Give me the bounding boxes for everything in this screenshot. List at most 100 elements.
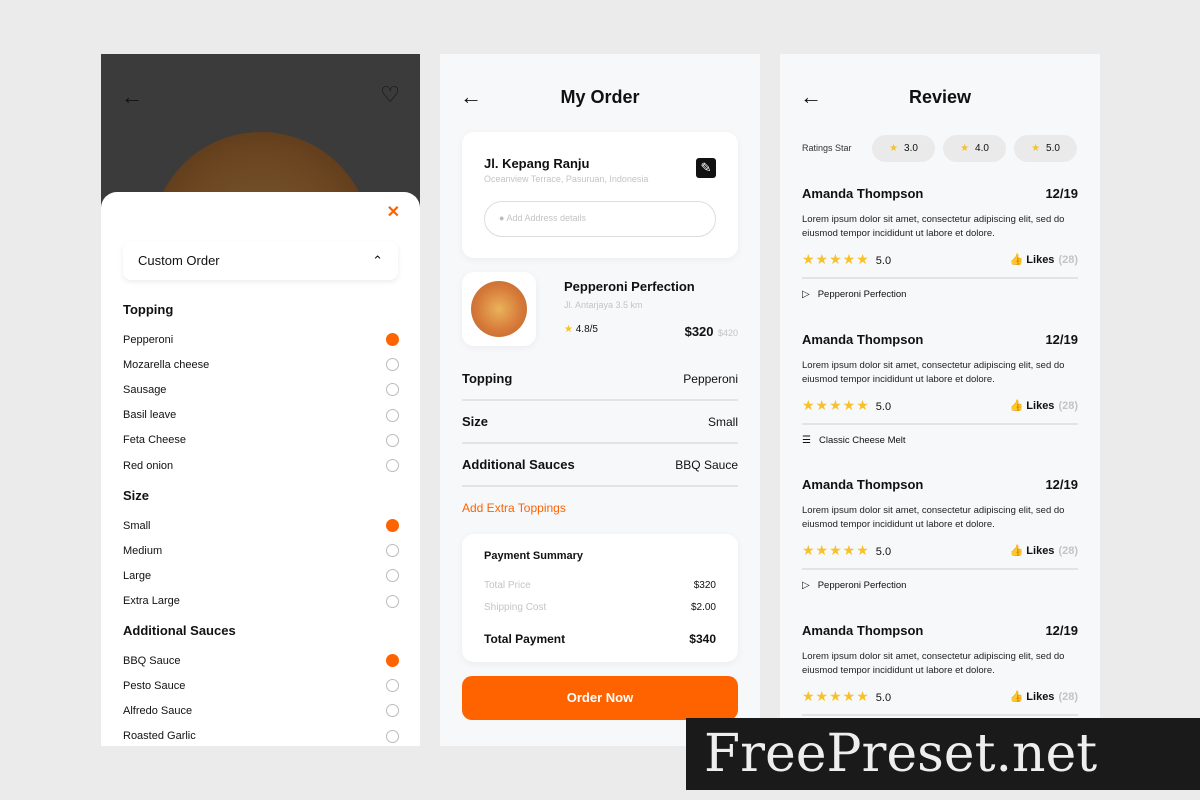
likes-label: Likes	[1026, 690, 1055, 703]
likes-count: (28)	[1058, 399, 1078, 412]
option-row[interactable]: Roasted Garlic	[123, 724, 399, 746]
close-icon[interactable]: ✕	[387, 202, 400, 222]
review-footer: ★★★★★ 5.0 👍 Likes (28)	[802, 688, 1078, 716]
option-row[interactable]: Red onion	[123, 453, 399, 478]
rating-value: 5.0	[875, 546, 892, 558]
rating: ★★★★★ 5.0	[802, 251, 891, 268]
review-text: Lorem ipsum dolor sit amet, consectetur …	[802, 650, 1065, 676]
review-date: 12/19	[1045, 186, 1078, 201]
option-row[interactable]: Mozarella cheese	[123, 352, 399, 377]
row-value: BBQ Sauce	[675, 457, 738, 472]
radio-button[interactable]	[386, 383, 399, 397]
product-name: Pepperoni Perfection	[817, 580, 907, 591]
reviewer-name: Amanda Thompson	[802, 331, 924, 347]
likes-button[interactable]: 👍 Likes (28)	[1010, 253, 1078, 266]
option-label: Feta Cheese	[123, 434, 186, 447]
option-label: Red onion	[123, 459, 174, 472]
add-extra-toppings-link[interactable]: Add Extra Toppings	[462, 501, 566, 515]
order-detail-row: Topping Pepperoni	[462, 358, 738, 401]
review-screen: ← Review Ratings Star ★ 3.0 ★ 4.0 ★ 5.0 Amand…	[780, 54, 1100, 746]
heart-icon[interactable]: ♡	[380, 82, 400, 108]
ratings-filter-label: Ratings Star	[802, 143, 852, 153]
pizza-image	[471, 281, 527, 337]
row-label: Additional Sauces	[462, 457, 575, 472]
watermark: FreePreset.net	[686, 718, 1200, 790]
custom-order-screen: ← ♡ ✕ Custom Order ⌃ Topping Pepperoni Moza…	[101, 54, 420, 746]
option-row[interactable]: Medium	[123, 538, 399, 563]
chip-value: 5.0	[1046, 143, 1060, 154]
option-row[interactable]: BBQ Sauce	[123, 648, 399, 673]
reviewed-product[interactable]: ☰ Classic Cheese Melt	[802, 435, 1078, 446]
likes-count: (28)	[1058, 545, 1078, 557]
rating: ★★★★★ 5.0	[802, 688, 891, 705]
radio-button[interactable]	[386, 569, 399, 583]
summary-title: Payment Summary	[484, 550, 584, 562]
product-name: Pepperoni Perfection	[564, 279, 695, 294]
option-row[interactable]: Small	[123, 513, 399, 538]
review-header: Amanda Thompson 12/19	[802, 623, 1078, 638]
radio-button[interactable]	[386, 679, 399, 693]
radio-button[interactable]	[386, 333, 399, 347]
review-footer: ★★★★★ 5.0 👍 Likes (28)	[802, 397, 1078, 425]
likes-label: Likes	[1026, 254, 1055, 266]
radio-button[interactable]	[386, 459, 399, 473]
option-row[interactable]: Large	[123, 563, 399, 588]
rating-value: 5.0	[875, 400, 892, 413]
option-label: Pesto Sauce	[123, 679, 186, 692]
likes-label: Likes	[1026, 399, 1055, 412]
reviewed-product[interactable]: ▷ Pepperoni Perfection	[802, 289, 1078, 300]
radio-button[interactable]	[386, 594, 399, 608]
page-title: My Order	[560, 87, 640, 107]
likes-button[interactable]: 👍 Likes (28)	[1010, 690, 1078, 703]
rating-filter-chip[interactable]: ★ 5.0	[1014, 135, 1077, 162]
radio-button[interactable]	[386, 358, 399, 372]
option-label: Roasted Garlic	[123, 730, 196, 743]
review-date: 12/19	[1045, 477, 1078, 492]
rating-filter-chip[interactable]: ★ 4.0	[943, 135, 1006, 162]
option-row[interactable]: Feta Cheese	[123, 428, 399, 453]
radio-button[interactable]	[386, 729, 399, 743]
address-details-input[interactable]: ● Add Address details	[484, 201, 716, 237]
radio-button[interactable]	[386, 654, 399, 668]
radio-button[interactable]	[386, 519, 399, 533]
order-now-button[interactable]: Order Now	[462, 676, 738, 720]
thumbs-up-icon: 👍	[1009, 399, 1027, 412]
rating-filter-chip[interactable]: ★ 3.0	[872, 135, 935, 162]
product-rating: 4.8/5	[575, 324, 598, 335]
option-row[interactable]: Basil leave	[123, 403, 399, 428]
custom-order-dropdown[interactable]: Custom Order ⌃	[123, 242, 398, 280]
radio-button[interactable]	[386, 704, 399, 718]
radio-button[interactable]	[386, 433, 399, 447]
rating: ★★★★★ 5.0	[802, 397, 891, 414]
reviewed-product[interactable]: ▷ Pepperoni Perfection	[802, 580, 1078, 591]
option-row[interactable]: Pepperoni	[123, 327, 399, 352]
total-price-label: Total Price	[484, 580, 531, 591]
option-row[interactable]: Extra Large	[123, 589, 399, 614]
row-value: Small	[707, 414, 738, 429]
option-row[interactable]: Sausage	[123, 377, 399, 402]
likes-count: (28)	[1058, 690, 1078, 703]
review-footer: ★★★★★ 5.0 👍 Likes (28)	[802, 542, 1078, 570]
thumbs-up-icon: 👍	[1009, 254, 1027, 266]
likes-button[interactable]: 👍 Likes (28)	[1010, 399, 1078, 412]
review-header: Amanda Thompson 12/19	[802, 186, 1078, 201]
option-row[interactable]: Alfredo Sauce	[123, 698, 399, 723]
dropdown-label: Custom Order	[138, 253, 220, 268]
likes-button[interactable]: 👍 Likes (28)	[1010, 544, 1078, 557]
location-pin-icon: ●	[499, 213, 505, 223]
review-text: Lorem ipsum dolor sit amet, consectetur …	[802, 214, 1065, 239]
option-row[interactable]: Pesto Sauce	[123, 673, 399, 698]
star-icon: ★	[889, 143, 899, 154]
five-stars-icon: ★★★★★	[802, 542, 870, 558]
review-footer: ★★★★★ 5.0 👍 Likes (28)	[802, 251, 1078, 279]
back-arrow-icon[interactable]: ←	[121, 84, 143, 110]
custom-order-sheet: ✕ Custom Order ⌃ Topping Pepperoni Mozarell…	[101, 192, 420, 746]
star-icon: ★	[960, 143, 970, 154]
radio-button[interactable]	[386, 544, 399, 558]
row-value: Pepperoni	[683, 371, 738, 386]
five-stars-icon: ★★★★★	[802, 396, 870, 413]
payment-summary-card: Payment Summary Total Price $320 Shippin…	[462, 534, 738, 662]
radio-button[interactable]	[386, 408, 399, 422]
thumbs-up-icon: 👍	[1009, 690, 1027, 703]
edit-icon[interactable]: ✎	[696, 158, 716, 178]
